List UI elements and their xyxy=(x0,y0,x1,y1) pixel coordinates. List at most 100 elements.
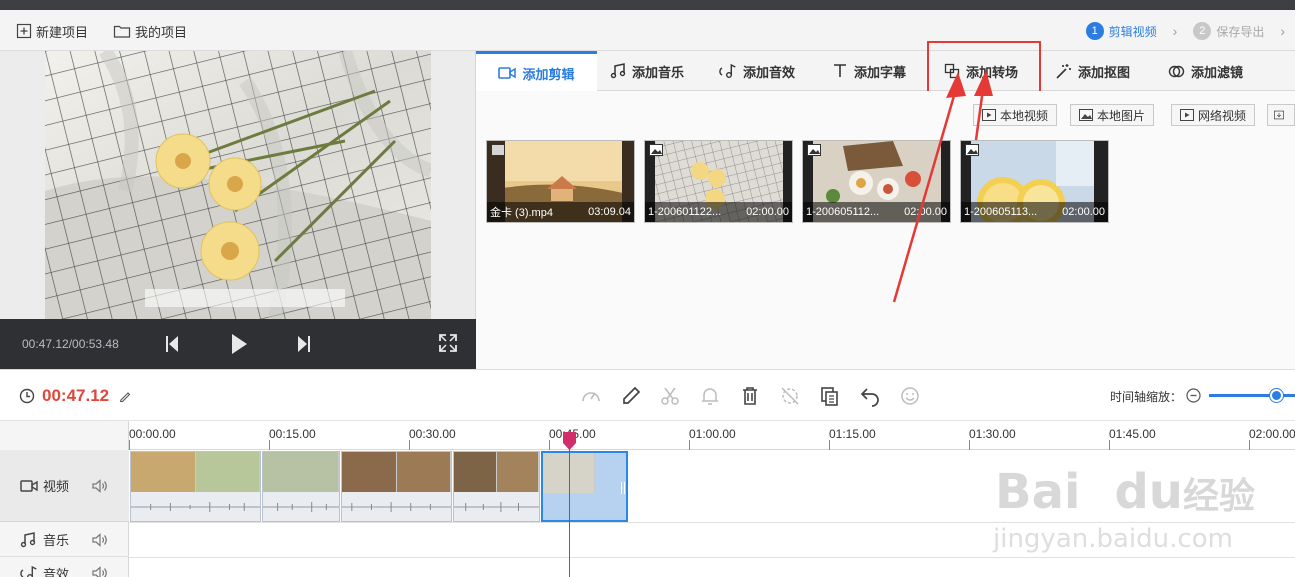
video-camera-icon xyxy=(498,67,517,79)
video-preview-panel: 00:47.12/00:53.48 xyxy=(0,51,476,369)
media-name: 1-200605112... xyxy=(806,206,880,218)
annotation-arrows xyxy=(892,70,993,303)
tab-label: 添加剪辑 xyxy=(522,66,575,82)
pencil-icon[interactable] xyxy=(620,385,642,407)
step-number: 1 xyxy=(1085,22,1104,40)
prev-frame-icon[interactable] xyxy=(164,332,180,356)
crop-rotate-icon[interactable] xyxy=(779,385,801,407)
local-video-label: 本地视频 xyxy=(1000,108,1049,123)
local-image-label: 本地图片 xyxy=(1097,108,1146,123)
selected-image-clip[interactable] xyxy=(541,451,628,522)
playhead-line[interactable] xyxy=(569,432,570,577)
video-clip[interactable] xyxy=(130,451,261,522)
media-thumbnail[interactable]: 1-200601122... 02:00.00 xyxy=(644,140,793,223)
preview-image xyxy=(45,51,431,319)
tab-add-clip[interactable]: 添加剪辑 xyxy=(476,51,597,92)
media-thumbnail[interactable]: 金卡 (3).mp4 03:09.04 xyxy=(486,140,635,223)
zoom-out-icon[interactable] xyxy=(1186,388,1201,403)
filter-icon xyxy=(1168,65,1185,77)
clip-resize-handle[interactable] xyxy=(620,481,626,495)
trash-icon[interactable] xyxy=(739,385,761,407)
media-duration: 02:00.00 xyxy=(746,206,789,218)
image-badge-icon xyxy=(807,144,821,156)
speed-icon[interactable] xyxy=(580,385,602,407)
new-project-label: 新建项目 xyxy=(36,24,89,40)
tab-label: 添加滤镜 xyxy=(1191,64,1244,80)
track-label: 视频 xyxy=(43,479,70,494)
ruler-tick-label: 01:00.00 xyxy=(689,427,736,441)
next-frame-icon[interactable] xyxy=(296,332,312,356)
volume-icon[interactable] xyxy=(92,478,108,493)
video-clip[interactable] xyxy=(453,451,540,522)
web-video-button[interactable]: 网络视频 xyxy=(1171,104,1256,126)
video-clip[interactable] xyxy=(262,451,340,522)
timeline-ruler[interactable]: 00:00.0000:15.0000:30.0000:45.0001:00.00… xyxy=(129,421,1295,450)
plus-square-icon xyxy=(16,23,32,39)
emoji-icon[interactable] xyxy=(899,385,921,407)
step-export[interactable]: 2 保存导出 xyxy=(1193,22,1264,40)
ruler-tick xyxy=(549,440,550,450)
tab-add-cutout[interactable]: 添加抠图 xyxy=(1055,51,1130,91)
top-bar: 新建项目 我的项目 1 剪辑视频 › 2 保存导出 › xyxy=(0,10,1295,51)
scissors-icon[interactable] xyxy=(659,385,681,407)
step-edit[interactable]: 1 剪辑视频 xyxy=(1085,22,1157,40)
more-sources-button[interactable] xyxy=(1267,104,1295,126)
current-time: 00:47.12 xyxy=(42,386,110,405)
text-icon xyxy=(834,64,846,77)
audio-waveform xyxy=(454,502,539,512)
undo-icon[interactable] xyxy=(859,385,881,407)
web-video-label: 网络视频 xyxy=(1198,108,1247,123)
tab-label: 添加音乐 xyxy=(632,64,685,80)
ruler-tick xyxy=(689,440,690,450)
sound-effect-icon xyxy=(20,565,37,577)
video-badge-icon xyxy=(491,144,505,156)
tab-add-sound-effect[interactable]: 添加音效 xyxy=(719,51,795,91)
ruler-tick-label: 00:15.00 xyxy=(269,427,316,441)
web-video-icon xyxy=(1180,109,1194,121)
tab-label: 添加抠图 xyxy=(1078,64,1131,80)
step-label: 保存导出 xyxy=(1216,24,1265,39)
folder-icon xyxy=(113,25,131,38)
music-note-icon xyxy=(610,63,626,79)
media-name: 金卡 (3).mp4 xyxy=(490,207,553,219)
track-header-music: 音乐 xyxy=(0,523,129,557)
track-label: 音乐 xyxy=(43,533,70,548)
ruler-tick xyxy=(1109,440,1110,450)
ruler-tick-label: 02:00.00 xyxy=(1249,427,1295,441)
tab-add-music[interactable]: 添加音乐 xyxy=(610,51,684,91)
player-controls: 00:47.12/00:53.48 xyxy=(0,319,476,369)
video-clip[interactable] xyxy=(341,451,452,522)
ruler-tick-label: 01:15.00 xyxy=(829,427,876,441)
timeline-tracks[interactable] xyxy=(129,450,1295,577)
playback-time: 00:47.12/00:53.48 xyxy=(22,337,119,351)
media-caption: 金卡 (3).mp4 03:09.04 xyxy=(487,202,634,222)
image-badge-icon xyxy=(649,144,663,156)
media-name: 1-200601122... xyxy=(648,206,722,218)
tab-add-filter[interactable]: 添加滤镜 xyxy=(1168,51,1243,91)
my-projects-button[interactable]: 我的项目 xyxy=(113,21,187,41)
track-label: 音效 xyxy=(43,566,70,577)
chevron-right-icon: › xyxy=(1280,23,1285,39)
ruler-tick xyxy=(129,440,130,450)
audio-waveform xyxy=(342,502,451,512)
edit-time-icon[interactable] xyxy=(119,390,131,402)
media-caption: 1-200601122... 02:00.00 xyxy=(645,202,792,222)
volume-icon[interactable] xyxy=(92,532,108,547)
local-image-button[interactable]: 本地图片 xyxy=(1070,104,1155,126)
volume-icon[interactable] xyxy=(92,566,108,577)
new-project-button[interactable]: 新建项目 xyxy=(16,21,88,41)
timeline-zoom-handle[interactable] xyxy=(1270,389,1283,402)
timeline-toolbar: 00:47.12 时间轴缩放： xyxy=(0,369,1295,421)
bell-icon[interactable] xyxy=(699,385,721,407)
clock-icon xyxy=(19,388,35,404)
ruler-tick-label: 00:00.00 xyxy=(129,427,176,441)
timeline-zoom-label: 时间轴缩放： xyxy=(1110,390,1183,404)
window-titlebar xyxy=(0,0,1295,10)
ruler-tick xyxy=(969,440,970,450)
ruler-tick-label: 00:30.00 xyxy=(409,427,456,441)
ruler-tick xyxy=(409,440,410,450)
copy-icon[interactable] xyxy=(819,385,841,407)
play-icon[interactable] xyxy=(229,332,249,356)
step-number: 2 xyxy=(1193,22,1212,40)
fullscreen-icon[interactable] xyxy=(438,333,458,353)
